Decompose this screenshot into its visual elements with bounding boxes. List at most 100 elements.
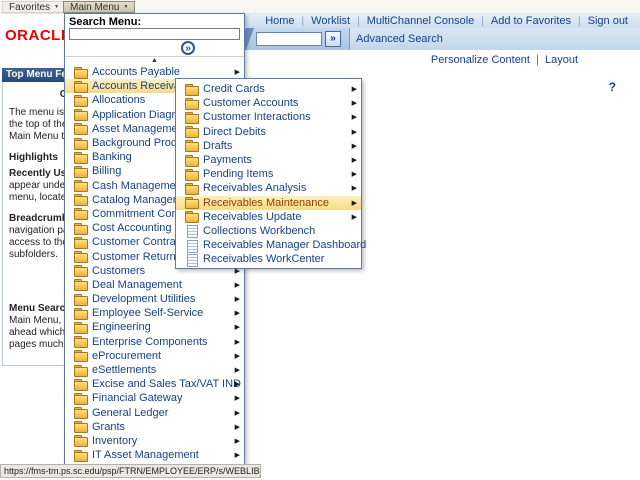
item-icon: [74, 308, 87, 319]
submenu-item[interactable]: Direct Debits ▶: [176, 125, 361, 139]
menu-item[interactable]: Inventory ▶: [65, 434, 244, 448]
menu-item-label: Financial Gateway: [92, 392, 183, 404]
item-icon: [185, 155, 198, 166]
header-search-input[interactable]: [256, 32, 322, 46]
submenu-arrow-icon: ▶: [352, 156, 357, 164]
menu-item-label: IT Asset Management: [92, 449, 199, 461]
submenu-item[interactable]: Credit Cards ▶: [176, 82, 361, 96]
header-link[interactable]: MultiChannel Console: [350, 15, 474, 27]
submenu-item[interactable]: Receivables WorkCenter ▶: [176, 252, 361, 266]
submenu-arrow-icon: ▶: [235, 451, 240, 459]
header-link[interactable]: Worklist: [295, 15, 351, 27]
advanced-search-zone: Advanced Search: [350, 28, 640, 50]
menu-item[interactable]: General Ledger ▶: [65, 406, 244, 420]
submenu-item[interactable]: Payments ▶: [176, 153, 361, 167]
menu-item[interactable]: IT Asset Management ▶: [65, 448, 244, 462]
advanced-search-link[interactable]: Advanced Search: [356, 33, 443, 45]
submenu-item-label: Customer Interactions: [203, 111, 311, 123]
item-icon: [185, 140, 198, 151]
submenu-arrow-icon: ▶: [235, 281, 240, 289]
submenu-arrow-icon: ▶: [235, 352, 240, 360]
item-icon: [74, 123, 87, 134]
item-icon: [74, 450, 87, 461]
submenu-arrow-icon: ▶: [352, 85, 357, 93]
submenu-arrow-icon: ▶: [235, 68, 240, 76]
menu-item-label: Development Utilities: [92, 293, 195, 305]
status-url: https://fms-tm.ps.sc.edu/psp/FTRN/EMPLOY…: [4, 466, 261, 476]
item-icon: [185, 98, 198, 109]
menu-item[interactable]: Employee Self-Service ▶: [65, 306, 244, 320]
header-link[interactable]: Home: [265, 15, 294, 27]
menu-item-label: Allocations: [92, 94, 145, 106]
menu-search-input[interactable]: [69, 28, 240, 40]
menu-item-label: eProcurement: [92, 350, 161, 362]
submenu-arrow-icon: ▶: [235, 423, 240, 431]
submenu-item[interactable]: Customer Accounts ▶: [176, 96, 361, 110]
chevron-down-icon: ▼: [123, 4, 128, 10]
menu-item[interactable]: Financial Gateway ▶: [65, 391, 244, 405]
submenu-item[interactable]: Drafts ▶: [176, 139, 361, 153]
submenu-item-label: Pending Items: [203, 168, 273, 180]
submenu-item-label: Receivables Manager Dashboard: [203, 239, 366, 251]
menu-item[interactable]: Excise and Sales Tax/VAT IND ▶: [65, 377, 244, 391]
submenu-arrow-icon: ▶: [235, 338, 240, 346]
header-link[interactable]: Add to Favorites: [474, 15, 571, 27]
header-search-go-button[interactable]: »: [325, 31, 341, 47]
menu-item[interactable]: eProcurement ▶: [65, 349, 244, 363]
submenu-item-label: Receivables Update: [203, 211, 301, 223]
menu-item-label: eSettlements: [92, 364, 156, 376]
menu-item[interactable]: eSettlements ▶: [65, 363, 244, 377]
item-icon: [74, 208, 87, 219]
personalize-content-link[interactable]: Content: [491, 54, 530, 66]
menu-item[interactable]: Deal Management ▶: [65, 278, 244, 292]
item-icon: [74, 336, 87, 347]
menu-item[interactable]: Grants ▶: [65, 420, 244, 434]
submenu-arrow-icon: ▶: [235, 437, 240, 445]
menu-item[interactable]: Development Utilities ▶: [65, 292, 244, 306]
header-link[interactable]: Sign out: [571, 15, 628, 27]
submenu-item[interactable]: Receivables Analysis ▶: [176, 181, 361, 195]
submenu-item[interactable]: Pending Items ▶: [176, 167, 361, 181]
menu-item[interactable]: Enterprise Components ▶: [65, 335, 244, 349]
personalize-bar: Personalize Content | Layout: [431, 54, 578, 66]
item-icon: [185, 254, 198, 265]
submenu-arrow-icon: ▶: [352, 113, 357, 121]
menu-search-go-button[interactable]: »: [181, 41, 195, 55]
personalize-layout-link[interactable]: Layout: [545, 54, 578, 66]
item-icon: [74, 294, 87, 305]
submenu-item[interactable]: Receivables Manager Dashboard ▶: [176, 238, 361, 252]
submenu-arrow-icon: ▶: [235, 380, 240, 388]
menu-item[interactable]: Engineering ▶: [65, 320, 244, 334]
scroll-up-icon[interactable]: ▲: [65, 57, 244, 65]
item-icon: [185, 240, 198, 251]
search-menu-label: Search Menu:: [65, 14, 244, 28]
submenu-item[interactable]: Receivables Maintenance ▶: [176, 196, 361, 210]
menu-item-label: Asset Management: [92, 123, 187, 135]
submenu-arrow-icon: ▶: [352, 213, 357, 221]
submenu-item[interactable]: Receivables Update ▶: [176, 210, 361, 224]
submenu-arrow-icon: ▶: [235, 295, 240, 303]
help-link[interactable]: ?: [609, 80, 616, 94]
submenu-item-label: Receivables Analysis: [203, 182, 306, 194]
submenu-item[interactable]: Customer Interactions ▶: [176, 110, 361, 124]
item-icon: [185, 197, 198, 208]
item-icon: [185, 126, 198, 137]
item-icon: [74, 166, 87, 177]
item-icon: [185, 225, 198, 236]
submenu-item-label: Payments: [203, 154, 252, 166]
item-icon: [74, 421, 87, 432]
submenu-item-label: Receivables WorkCenter: [203, 253, 324, 265]
main-menu-button[interactable]: Main Menu ▼: [63, 1, 135, 13]
submenu-arrow-icon: ▶: [352, 142, 357, 150]
submenu-item-label: Customer Accounts: [203, 97, 298, 109]
item-icon: [185, 169, 198, 180]
favorites-menu-button[interactable]: Favorites ▼: [2, 1, 66, 13]
menu-item-label: Enterprise Components: [92, 336, 208, 348]
item-icon: [74, 67, 87, 78]
submenu-item[interactable]: Collections Workbench ▶: [176, 224, 361, 238]
status-bar: https://fms-tm.ps.sc.edu/psp/FTRN/EMPLOY…: [0, 464, 261, 478]
menu-item-label: Customer Returns: [92, 251, 181, 263]
item-icon: [74, 251, 87, 262]
menu-item-label: Grants: [92, 421, 125, 433]
menu-item-label: Accounts Payable: [92, 66, 180, 78]
